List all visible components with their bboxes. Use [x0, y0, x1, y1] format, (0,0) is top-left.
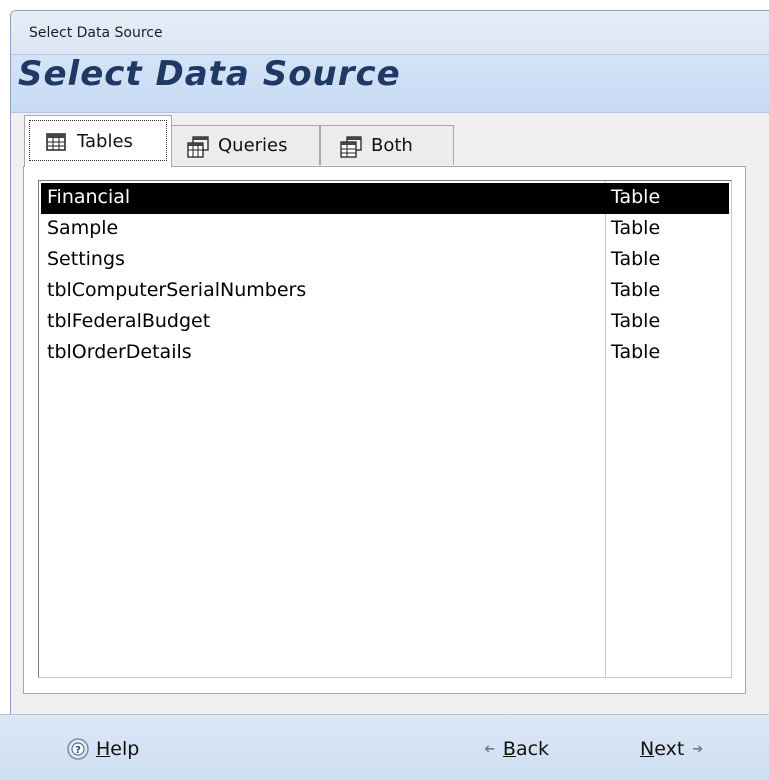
tab-panel: Financial Table Sample Table Settings Ta…	[23, 166, 746, 694]
back-label: ack	[515, 738, 550, 760]
item-type: Table	[611, 217, 661, 239]
back-button[interactable]: ➔ Back	[476, 735, 549, 763]
tab-tables[interactable]: Tables	[24, 115, 172, 167]
next-label: ext	[654, 738, 685, 760]
list-item[interactable]: tblFederalBudget Table	[41, 307, 729, 338]
tab-queries[interactable]: Queries	[171, 125, 320, 165]
list-item[interactable]: Financial Table	[41, 183, 729, 214]
help-button[interactable]: ? Help	[66, 735, 139, 763]
help-accel: H	[96, 738, 111, 760]
right-arrow-icon: ➔	[692, 741, 704, 757]
tab-label: Both	[371, 135, 413, 156]
help-icon: ?	[66, 737, 90, 761]
list-item[interactable]: tblOrderDetails Table	[41, 338, 729, 369]
window-title: Select Data Source	[29, 25, 163, 41]
item-type: Table	[611, 279, 661, 301]
page-heading: Select Data Source	[18, 54, 401, 94]
item-name: Financial	[47, 186, 131, 208]
item-type: Table	[611, 341, 661, 363]
tab-both[interactable]: Both	[320, 125, 454, 165]
item-name: tblComputerSerialNumbers	[47, 279, 307, 301]
item-name: Sample	[47, 217, 119, 239]
tab-label: Queries	[218, 135, 288, 156]
back-accel: B	[502, 738, 516, 760]
query-icon	[186, 135, 209, 158]
list-item[interactable]: Settings Table	[41, 245, 729, 276]
item-name: tblFederalBudget	[47, 310, 211, 332]
next-accel: N	[640, 738, 655, 760]
data-source-list[interactable]: Financial Table Sample Table Settings Ta…	[38, 180, 732, 678]
list-item[interactable]: Sample Table	[41, 214, 729, 245]
title-bar: Select Data Source	[11, 11, 769, 55]
item-name: tblOrderDetails	[47, 341, 192, 363]
help-label: elp	[110, 738, 140, 760]
both-icon	[339, 135, 362, 158]
next-button[interactable]: Next ➔	[640, 735, 711, 763]
left-arrow-icon: ➔	[484, 741, 495, 757]
list-item[interactable]: tblComputerSerialNumbers Table	[41, 276, 729, 307]
item-type: Table	[611, 310, 661, 332]
item-type: Table	[611, 248, 661, 270]
focus-rect	[29, 120, 167, 161]
item-type: Table	[611, 186, 661, 208]
svg-text:?: ?	[75, 745, 81, 756]
item-name: Settings	[47, 248, 125, 270]
